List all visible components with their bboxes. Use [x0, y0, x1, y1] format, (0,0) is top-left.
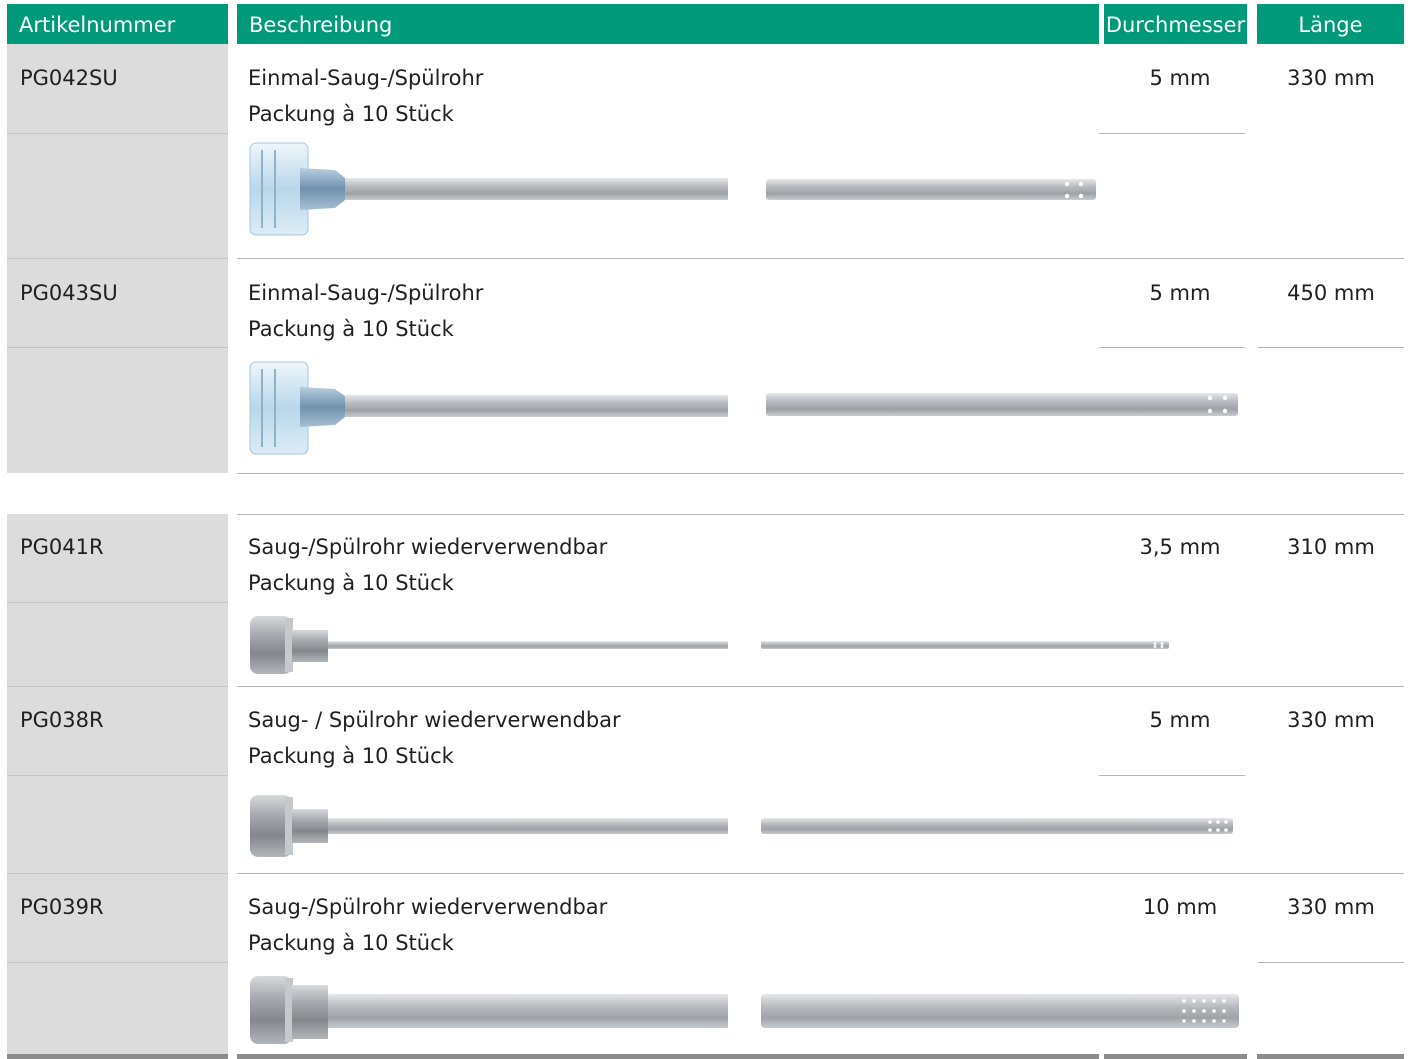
suction-tube-reusable-image — [250, 795, 1233, 857]
suction-tube-disposable-image — [249, 142, 1096, 236]
product-images — [249, 142, 1239, 1044]
suction-tube-disposable-image — [249, 361, 1238, 455]
suction-tube-reusable-image — [250, 616, 1169, 674]
suction-tube-reusable-image — [250, 976, 1239, 1044]
